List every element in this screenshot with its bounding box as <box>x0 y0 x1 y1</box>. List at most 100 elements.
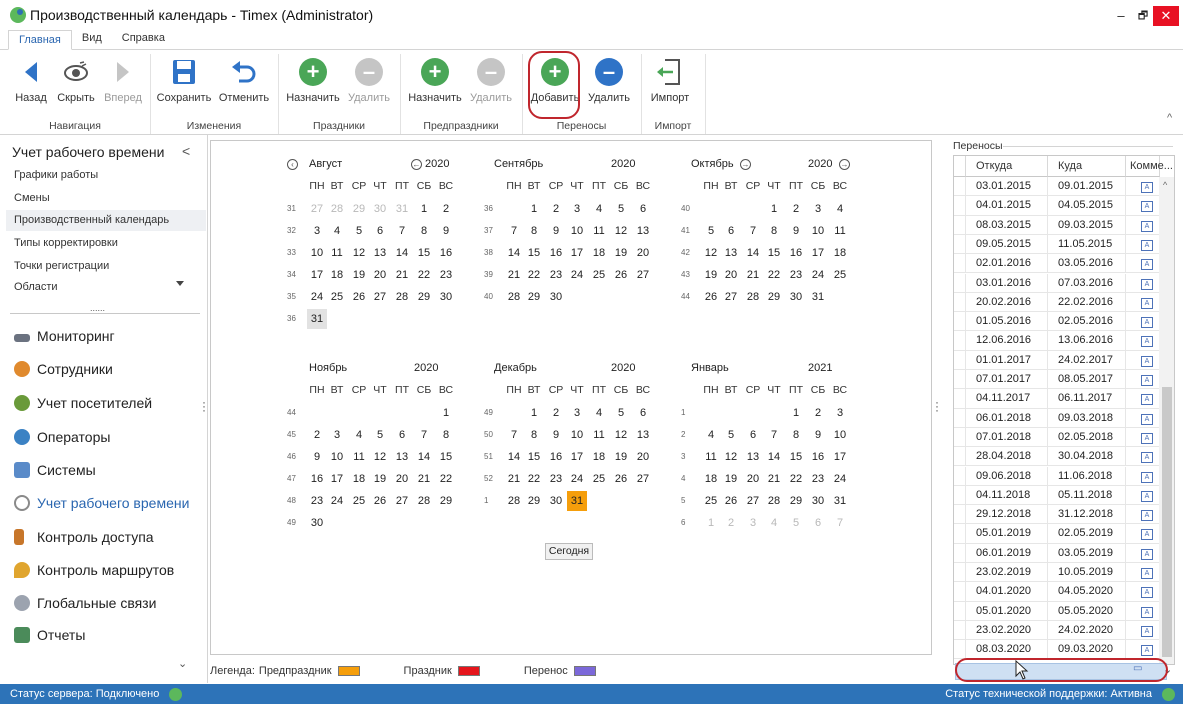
delete-holiday-button[interactable]: – Удалить <box>346 56 392 104</box>
calendar-day[interactable]: 26 <box>349 287 369 307</box>
sidebar-item-registration-points[interactable]: Точки регистрации <box>14 260 109 272</box>
cell-from[interactable]: 01.05.2016 <box>966 312 1048 332</box>
sidebar-item-shifts[interactable]: Смены <box>14 192 50 204</box>
calendar-day[interactable]: 3 <box>327 425 347 445</box>
calendar-day[interactable]: 15 <box>414 243 434 263</box>
calendar-day[interactable]: 4 <box>701 425 721 445</box>
row-indicator[interactable] <box>954 640 966 660</box>
calendar-day[interactable]: 31 <box>808 287 828 307</box>
cell-to[interactable]: 08.05.2017 <box>1048 370 1126 389</box>
calendar-day[interactable]: 14 <box>392 243 412 263</box>
cell-to[interactable]: 07.03.2016 <box>1048 273 1126 293</box>
cell-from[interactable]: 04.11.2017 <box>966 389 1048 409</box>
cell-from[interactable]: 28.04.2018 <box>966 447 1048 467</box>
calendar-day[interactable]: 31 <box>830 491 850 511</box>
calendar-day[interactable]: 21 <box>504 469 524 489</box>
calendar-day[interactable]: 14 <box>504 447 524 467</box>
calendar-day[interactable]: 11 <box>349 447 369 467</box>
cell-from[interactable]: 09.05.2015 <box>966 234 1048 254</box>
calendar-day[interactable]: 12 <box>611 221 631 241</box>
save-button[interactable]: Сохранить <box>156 56 212 104</box>
comment-icon[interactable]: A <box>1141 587 1153 599</box>
calendar-day[interactable]: 4 <box>830 199 850 219</box>
calendar-day[interactable]: 6 <box>721 221 741 241</box>
scroll-thumb[interactable] <box>1162 387 1172 657</box>
cell-comment[interactable]: A <box>1126 601 1160 621</box>
comment-icon[interactable]: A <box>1141 490 1153 502</box>
today-button[interactable]: Сегодня <box>545 543 593 560</box>
calendar-day[interactable]: 19 <box>370 469 390 489</box>
calendar-day[interactable]: 8 <box>524 221 544 241</box>
comment-icon[interactable]: A <box>1141 452 1153 464</box>
cell-to[interactable]: 09.03.2015 <box>1048 215 1126 235</box>
cell-to[interactable]: 05.05.2020 <box>1048 601 1126 621</box>
calendar-day[interactable]: 24 <box>327 491 347 511</box>
cell-to[interactable]: 06.11.2017 <box>1048 389 1126 409</box>
table-row[interactable]: 04.11.2017 06.11.2017 A <box>954 389 1160 409</box>
calendar-day[interactable]: 30 <box>808 491 828 511</box>
row-indicator[interactable] <box>954 427 966 447</box>
comment-icon[interactable]: A <box>1141 471 1153 483</box>
calendar-day[interactable]: 6 <box>633 403 653 423</box>
assign-preholiday-button[interactable]: + Назначить <box>406 56 464 104</box>
calendar-day[interactable]: 30 <box>786 287 806 307</box>
cell-to[interactable]: 09.03.2020 <box>1048 640 1126 660</box>
tab-help[interactable]: Справка <box>112 29 175 49</box>
hide-button[interactable]: Скрыть <box>56 56 96 104</box>
calendar-day[interactable]: 24 <box>830 469 850 489</box>
row-indicator[interactable] <box>954 620 966 640</box>
column-header-from[interactable]: Откуда <box>966 156 1048 177</box>
calendar-day[interactable]: 5 <box>370 425 390 445</box>
calendar-day[interactable]: 29 <box>436 491 456 511</box>
calendar-day[interactable]: 9 <box>436 221 456 241</box>
calendar-day[interactable]: 18 <box>327 265 347 285</box>
calendar-day[interactable]: 2 <box>546 199 566 219</box>
table-row[interactable]: 03.01.2015 09.01.2015 A <box>954 177 1160 197</box>
comment-icon[interactable]: A <box>1141 529 1153 541</box>
comment-icon[interactable]: A <box>1141 625 1153 637</box>
cell-from[interactable]: 05.01.2019 <box>966 524 1048 544</box>
calendar-day[interactable]: 18 <box>589 447 609 467</box>
row-indicator[interactable] <box>954 563 966 582</box>
row-indicator[interactable] <box>954 466 966 486</box>
cell-from[interactable]: 09.06.2018 <box>966 466 1048 486</box>
cell-from[interactable]: 23.02.2020 <box>966 620 1048 640</box>
cell-to[interactable]: 02.05.2016 <box>1048 312 1126 332</box>
cell-comment[interactable]: A <box>1126 234 1160 254</box>
calendar-day[interactable]: 2 <box>546 403 566 423</box>
cell-comment[interactable]: A <box>1126 408 1160 428</box>
calendar-day-other-month[interactable]: 6 <box>808 513 828 533</box>
calendar-day-other-month[interactable]: 29 <box>349 199 369 219</box>
calendar-day[interactable]: 20 <box>392 469 412 489</box>
calendar-day[interactable]: 26 <box>721 491 741 511</box>
cell-from[interactable]: 08.03.2020 <box>966 640 1048 660</box>
vertical-scrollbar[interactable]: ^ <box>1159 177 1174 664</box>
calendar-day-other-month[interactable]: 1 <box>701 513 721 533</box>
calendar-day[interactable]: 26 <box>370 491 390 511</box>
next-month-icon[interactable]: → <box>740 159 751 170</box>
nav-access-control[interactable]: Контроль доступа <box>14 529 154 545</box>
calendar-day[interactable]: 26 <box>611 265 631 285</box>
calendar-day[interactable]: 13 <box>633 221 653 241</box>
calendar-day[interactable]: 5 <box>349 221 369 241</box>
calendar-day[interactable]: 23 <box>808 469 828 489</box>
calendar-day[interactable]: 19 <box>701 265 721 285</box>
comment-icon[interactable]: A <box>1141 317 1153 329</box>
comment-icon[interactable]: A <box>1141 355 1153 367</box>
prev-month-icon[interactable]: ‹ <box>287 159 298 170</box>
row-indicator[interactable] <box>954 331 966 351</box>
calendar-day[interactable]: 14 <box>504 243 524 263</box>
month-year[interactable]: 2020 <box>611 158 635 170</box>
calendar-day[interactable]: 1 <box>414 199 434 219</box>
calendar-day[interactable]: 3 <box>567 403 587 423</box>
cell-to[interactable]: 24.02.2017 <box>1048 350 1126 370</box>
cell-from[interactable]: 06.01.2018 <box>966 408 1048 428</box>
comment-icon[interactable]: A <box>1141 645 1153 657</box>
calendar-day-other-month[interactable]: 30 <box>370 199 390 219</box>
calendar-day[interactable]: 15 <box>524 447 544 467</box>
calendar-day-other-month[interactable]: 2 <box>721 513 741 533</box>
calendar-day[interactable]: 27 <box>370 287 390 307</box>
calendar-day[interactable]: 15 <box>524 243 544 263</box>
table-row[interactable]: 03.01.2016 07.03.2016 A <box>954 273 1160 293</box>
calendar-day[interactable]: 7 <box>764 425 784 445</box>
